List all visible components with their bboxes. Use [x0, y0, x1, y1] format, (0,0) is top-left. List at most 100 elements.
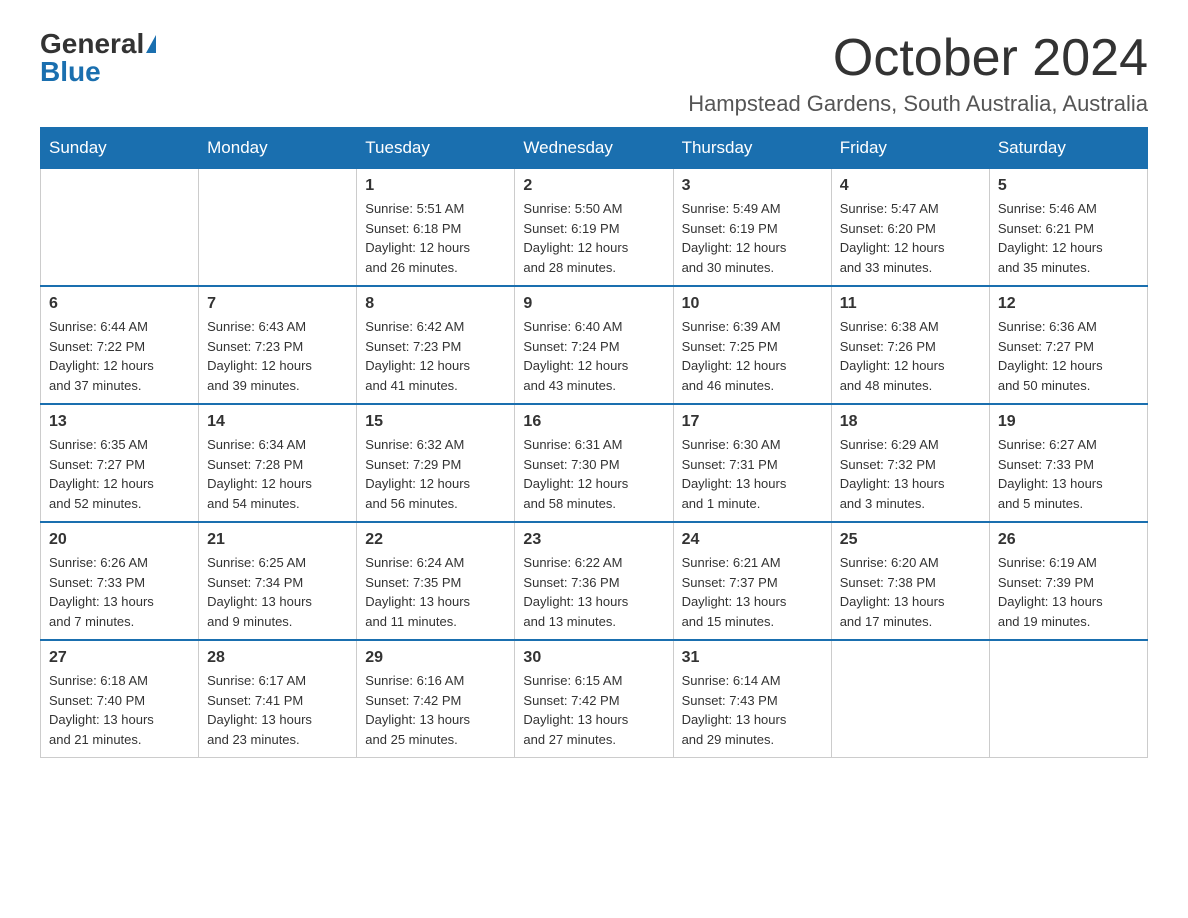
- day-info: Sunrise: 6:32 AMSunset: 7:29 PMDaylight:…: [365, 435, 506, 513]
- day-number: 26: [998, 531, 1139, 549]
- calendar-cell: 19 Sunrise: 6:27 AMSunset: 7:33 PMDayligh…: [989, 404, 1147, 522]
- calendar-cell: 30 Sunrise: 6:15 AMSunset: 7:42 PMDayligh…: [515, 640, 673, 758]
- day-info: Sunrise: 5:46 AMSunset: 6:21 PMDaylight:…: [998, 199, 1139, 277]
- logo-triangle-icon: [146, 35, 156, 53]
- calendar-cell: 8Sunrise: 6:42 AMSunset: 7:23 PMDaylight…: [357, 286, 515, 404]
- calendar-cell: 15 Sunrise: 6:32 AMSunset: 7:29 PMDayligh…: [357, 404, 515, 522]
- calendar-cell: 27 Sunrise: 6:18 AMSunset: 7:40 PMDayligh…: [41, 640, 199, 758]
- day-info: Sunrise: 6:42 AMSunset: 7:23 PMDaylight:…: [365, 317, 506, 395]
- calendar-cell: 12 Sunrise: 6:36 AMSunset: 7:27 PMDayligh…: [989, 286, 1147, 404]
- calendar-cell: 7 Sunrise: 6:43 AMSunset: 7:23 PMDaylight…: [199, 286, 357, 404]
- calendar-cell: [199, 169, 357, 287]
- calendar-cell: 17Sunrise: 6:30 AMSunset: 7:31 PMDayligh…: [673, 404, 831, 522]
- day-info: Sunrise: 6:36 AMSunset: 7:27 PMDaylight:…: [998, 317, 1139, 395]
- day-info: Sunrise: 6:35 AMSunset: 7:27 PMDaylight:…: [49, 435, 190, 513]
- weekday-header-tuesday: Tuesday: [357, 128, 515, 169]
- day-info: Sunrise: 6:24 AMSunset: 7:35 PMDaylight:…: [365, 553, 506, 631]
- calendar-cell: 24 Sunrise: 6:21 AMSunset: 7:37 PMDayligh…: [673, 522, 831, 640]
- month-title: October 2024: [688, 30, 1148, 87]
- calendar-cell: 26Sunrise: 6:19 AMSunset: 7:39 PMDayligh…: [989, 522, 1147, 640]
- day-number: 21: [207, 531, 348, 549]
- day-info: Sunrise: 6:27 AMSunset: 7:33 PMDaylight:…: [998, 435, 1139, 513]
- day-number: 20: [49, 531, 190, 549]
- day-number: 18: [840, 413, 981, 431]
- day-number: 4: [840, 177, 981, 195]
- calendar-week-row: 13 Sunrise: 6:35 AMSunset: 7:27 PMDayligh…: [41, 404, 1148, 522]
- day-info: Sunrise: 6:44 AMSunset: 7:22 PMDaylight:…: [49, 317, 190, 395]
- day-info: Sunrise: 6:14 AMSunset: 7:43 PMDaylight:…: [682, 671, 823, 749]
- calendar-cell: 28 Sunrise: 6:17 AMSunset: 7:41 PMDayligh…: [199, 640, 357, 758]
- day-number: 15: [365, 413, 506, 431]
- day-info: Sunrise: 6:18 AMSunset: 7:40 PMDaylight:…: [49, 671, 190, 749]
- calendar-cell: 2 Sunrise: 5:50 AMSunset: 6:19 PMDaylight…: [515, 169, 673, 287]
- day-info: Sunrise: 6:25 AMSunset: 7:34 PMDaylight:…: [207, 553, 348, 631]
- day-info: Sunrise: 6:22 AMSunset: 7:36 PMDaylight:…: [523, 553, 664, 631]
- calendar-cell: 1 Sunrise: 5:51 AMSunset: 6:18 PMDaylight…: [357, 169, 515, 287]
- day-info: Sunrise: 6:43 AMSunset: 7:23 PMDaylight:…: [207, 317, 348, 395]
- calendar-cell: 6 Sunrise: 6:44 AMSunset: 7:22 PMDaylight…: [41, 286, 199, 404]
- day-number: 6: [49, 295, 190, 313]
- calendar-cell: [989, 640, 1147, 758]
- day-number: 17: [682, 413, 823, 431]
- day-info: Sunrise: 6:40 AMSunset: 7:24 PMDaylight:…: [523, 317, 664, 395]
- calendar-cell: 4Sunrise: 5:47 AMSunset: 6:20 PMDaylight…: [831, 169, 989, 287]
- day-info: Sunrise: 6:15 AMSunset: 7:42 PMDaylight:…: [523, 671, 664, 749]
- day-number: 23: [523, 531, 664, 549]
- day-info: Sunrise: 6:17 AMSunset: 7:41 PMDaylight:…: [207, 671, 348, 749]
- calendar-table: SundayMondayTuesdayWednesdayThursdayFrid…: [40, 127, 1148, 758]
- day-number: 3: [682, 177, 823, 195]
- day-number: 25: [840, 531, 981, 549]
- day-number: 30: [523, 649, 664, 667]
- day-number: 19: [998, 413, 1139, 431]
- calendar-cell: 3 Sunrise: 5:49 AMSunset: 6:19 PMDaylight…: [673, 169, 831, 287]
- calendar-cell: 5 Sunrise: 5:46 AMSunset: 6:21 PMDaylight…: [989, 169, 1147, 287]
- calendar-cell: 10 Sunrise: 6:39 AMSunset: 7:25 PMDayligh…: [673, 286, 831, 404]
- day-info: Sunrise: 5:51 AMSunset: 6:18 PMDaylight:…: [365, 199, 506, 277]
- day-number: 10: [682, 295, 823, 313]
- day-number: 14: [207, 413, 348, 431]
- calendar-week-row: 20 Sunrise: 6:26 AMSunset: 7:33 PMDayligh…: [41, 522, 1148, 640]
- day-number: 11: [840, 295, 981, 313]
- calendar-cell: 16Sunrise: 6:31 AMSunset: 7:30 PMDayligh…: [515, 404, 673, 522]
- day-info: Sunrise: 5:49 AMSunset: 6:19 PMDaylight:…: [682, 199, 823, 277]
- calendar-cell: 11Sunrise: 6:38 AMSunset: 7:26 PMDayligh…: [831, 286, 989, 404]
- day-number: 2: [523, 177, 664, 195]
- calendar-cell: 20 Sunrise: 6:26 AMSunset: 7:33 PMDayligh…: [41, 522, 199, 640]
- logo-blue-text: Blue: [40, 58, 101, 86]
- calendar-cell: 18Sunrise: 6:29 AMSunset: 7:32 PMDayligh…: [831, 404, 989, 522]
- calendar-cell: 13 Sunrise: 6:35 AMSunset: 7:27 PMDayligh…: [41, 404, 199, 522]
- day-number: 31: [682, 649, 823, 667]
- day-number: 27: [49, 649, 190, 667]
- day-number: 9: [523, 295, 664, 313]
- page-header: General Blue October 2024 Hampstead Gard…: [40, 30, 1148, 117]
- day-number: 12: [998, 295, 1139, 313]
- day-info: Sunrise: 5:50 AMSunset: 6:19 PMDaylight:…: [523, 199, 664, 277]
- day-number: 24: [682, 531, 823, 549]
- day-info: Sunrise: 6:20 AMSunset: 7:38 PMDaylight:…: [840, 553, 981, 631]
- weekday-header-sunday: Sunday: [41, 128, 199, 169]
- calendar-cell: 21 Sunrise: 6:25 AMSunset: 7:34 PMDayligh…: [199, 522, 357, 640]
- day-number: 28: [207, 649, 348, 667]
- calendar-cell: [41, 169, 199, 287]
- day-info: Sunrise: 6:21 AMSunset: 7:37 PMDaylight:…: [682, 553, 823, 631]
- day-info: Sunrise: 6:39 AMSunset: 7:25 PMDaylight:…: [682, 317, 823, 395]
- day-number: 22: [365, 531, 506, 549]
- calendar-week-row: 6 Sunrise: 6:44 AMSunset: 7:22 PMDaylight…: [41, 286, 1148, 404]
- calendar-cell: 9 Sunrise: 6:40 AMSunset: 7:24 PMDaylight…: [515, 286, 673, 404]
- calendar-cell: [831, 640, 989, 758]
- weekday-header-monday: Monday: [199, 128, 357, 169]
- weekday-header-thursday: Thursday: [673, 128, 831, 169]
- day-number: 16: [523, 413, 664, 431]
- day-info: Sunrise: 6:16 AMSunset: 7:42 PMDaylight:…: [365, 671, 506, 749]
- weekday-header-row: SundayMondayTuesdayWednesdayThursdayFrid…: [41, 128, 1148, 169]
- day-number: 7: [207, 295, 348, 313]
- day-info: Sunrise: 6:26 AMSunset: 7:33 PMDaylight:…: [49, 553, 190, 631]
- title-area: October 2024 Hampstead Gardens, South Au…: [688, 30, 1148, 117]
- calendar-cell: 22 Sunrise: 6:24 AMSunset: 7:35 PMDayligh…: [357, 522, 515, 640]
- day-number: 13: [49, 413, 190, 431]
- day-number: 5: [998, 177, 1139, 195]
- day-number: 1: [365, 177, 506, 195]
- calendar-cell: 23 Sunrise: 6:22 AMSunset: 7:36 PMDayligh…: [515, 522, 673, 640]
- weekday-header-wednesday: Wednesday: [515, 128, 673, 169]
- logo-general-text: General: [40, 30, 144, 58]
